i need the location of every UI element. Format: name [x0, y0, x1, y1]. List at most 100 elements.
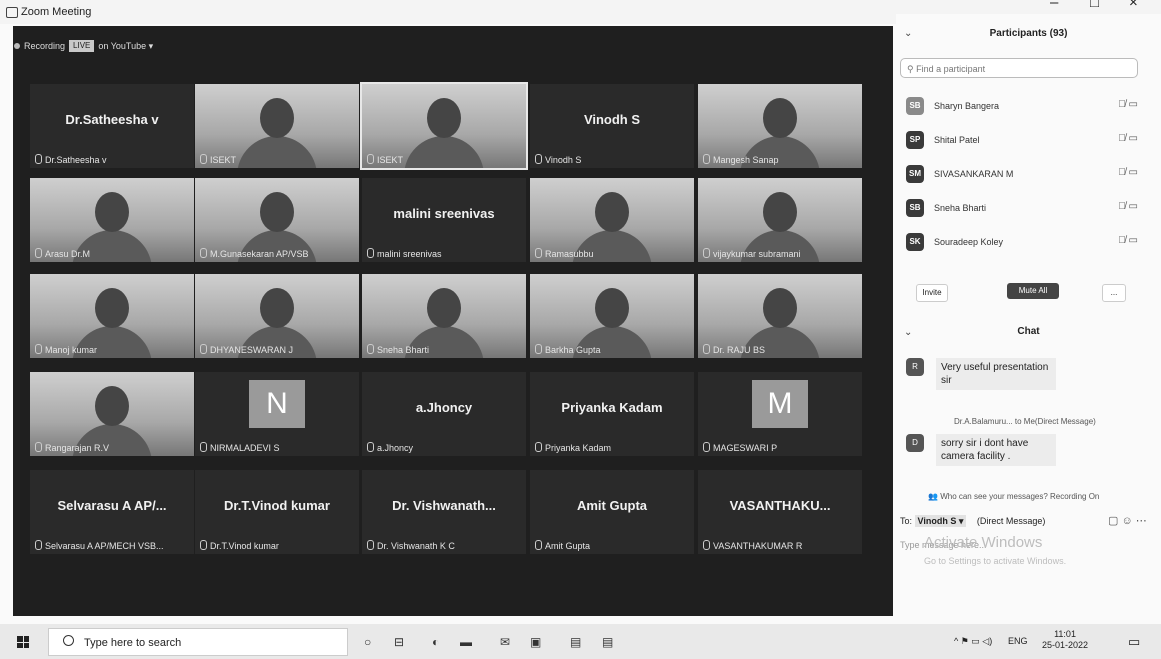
- muted-mic-and-video-off-icon[interactable]: 🎙̸ ▭: [1118, 235, 1138, 246]
- participant-name-label: Selvarasu A AP/MECH VSB...: [35, 540, 164, 551]
- person-body: [237, 136, 317, 168]
- avatar: SK: [906, 233, 924, 251]
- tile-display-name: Dr.Satheesha v: [65, 112, 159, 127]
- recording-indicator[interactable]: Recording LIVE on YouTube ▾: [14, 38, 153, 54]
- edge-browser-icon[interactable]: ◐: [432, 635, 439, 649]
- recipient-dropdown[interactable]: Vinodh S ▾: [914, 515, 967, 527]
- video-tile[interactable]: a.Jhoncy a.Jhoncy: [362, 372, 526, 456]
- more-options-button[interactable]: ...: [1102, 284, 1126, 302]
- participant-name-label: DHYANESWARAN J: [200, 344, 293, 355]
- video-tile[interactable]: Dr.T.Vinod kumar Dr.T.Vinod kumar: [195, 470, 359, 554]
- participant-name: Rangarajan R.V: [45, 443, 110, 453]
- participant-name: ISEKT: [377, 155, 404, 165]
- muted-mic-icon: [535, 540, 542, 550]
- video-tile[interactable]: Sneha Bharti: [362, 274, 526, 358]
- video-tile[interactable]: VASANTHAKU... VASANTHAKUMAR R: [698, 470, 862, 554]
- muted-mic-and-video-off-icon[interactable]: 🎙̸ ▭: [1118, 99, 1138, 110]
- video-tile[interactable]: Priyanka Kadam Priyanka Kadam: [530, 372, 694, 456]
- participant-name-label: Manoj kumar: [35, 344, 97, 355]
- muted-mic-and-video-icon[interactable]: 🎙̸ ▭: [1118, 201, 1138, 212]
- file-explorer-icon[interactable]: ▬: [460, 635, 472, 649]
- app-icon[interactable]: ▤: [602, 635, 613, 649]
- video-tile[interactable]: Amit Gupta Amit Gupta: [530, 470, 694, 554]
- mail-icon[interactable]: ✉: [500, 635, 510, 649]
- participant-search-input[interactable]: ⚲ Find a participant: [900, 58, 1138, 78]
- muted-mic-icon: [367, 540, 374, 550]
- chat-recipient-row: To: Vinodh S ▾ (Direct Message): [900, 515, 1045, 527]
- muted-mic-and-video-off-icon[interactable]: 🎙̸ ▭: [1118, 133, 1138, 144]
- video-tile[interactable]: Dr. Vishwanath... Dr. Vishwanath K C: [362, 470, 526, 554]
- video-tile[interactable]: Vinodh S Vinodh S: [530, 84, 694, 168]
- video-tile[interactable]: Ramasubbu: [530, 178, 694, 262]
- person-head: [260, 98, 294, 138]
- task-view-icon[interactable]: ⊟: [394, 635, 404, 649]
- language-indicator[interactable]: ENG: [1008, 636, 1028, 646]
- tray-icons[interactable]: ^ ⚑ ▭ ◁): [954, 636, 992, 647]
- muted-mic-icon: [703, 442, 710, 452]
- avatar: R: [906, 358, 924, 376]
- participant-row[interactable]: SP Shital Patel 🎙̸ ▭: [906, 129, 1142, 151]
- person-head: [95, 386, 129, 426]
- zoom-taskbar-icon[interactable]: ▣: [530, 635, 541, 649]
- tile-display-name: Dr.T.Vinod kumar: [224, 498, 330, 513]
- file-icon[interactable]: ▢ ☺ ⋯: [1108, 514, 1147, 527]
- chat-visibility-note[interactable]: 👥 Who can see your messages? Recording O…: [928, 492, 1099, 501]
- video-tile[interactable]: malini sreenivas malini sreenivas: [362, 178, 526, 262]
- person-head: [595, 288, 629, 328]
- video-tile[interactable]: M MAGESWARI P: [698, 372, 862, 456]
- participant-name: malini sreenivas: [377, 249, 442, 259]
- clock[interactable]: 11:01 25-01-2022: [1042, 629, 1088, 651]
- participant-row[interactable]: SM SIVASANKARAN M 🎙̸ ▭: [906, 163, 1142, 185]
- video-tile[interactable]: M.Gunasekaran AP/VSB: [195, 178, 359, 262]
- windows-start-icon[interactable]: [17, 636, 29, 648]
- chat-message-text: sorry sir i dont have camera facility .: [936, 434, 1056, 466]
- notifications-icon[interactable]: ▭: [1128, 634, 1140, 650]
- chat-message-meta: Dr.A.Balamuru... to Me(Direct Message): [954, 417, 1096, 426]
- tile-display-name: Priyanka Kadam: [561, 400, 663, 415]
- minimize-button[interactable]: –: [1050, 0, 1058, 11]
- participant-name-label: Barkha Gupta: [535, 344, 601, 355]
- video-tile[interactable]: ISEKT: [360, 82, 528, 170]
- people-icon: 👥: [928, 492, 941, 501]
- muted-mic-icon: [367, 154, 374, 164]
- app-icon[interactable]: ▤: [570, 635, 581, 649]
- chat-message: D sorry sir i dont have camera facility …: [906, 434, 1136, 470]
- maximize-button[interactable]: □: [1090, 0, 1099, 11]
- avatar: SM: [906, 165, 924, 183]
- muted-mic-icon: [535, 344, 542, 354]
- person-body: [404, 136, 484, 168]
- cortana-icon[interactable]: ○: [364, 635, 371, 649]
- video-tile[interactable]: vijaykumar subramani: [698, 178, 862, 262]
- person-head: [427, 288, 461, 328]
- taskbar-search-input[interactable]: Type here to search: [48, 628, 348, 656]
- live-platform-dropdown[interactable]: on YouTube ▾: [98, 41, 153, 52]
- muted-mic-and-video-off-icon[interactable]: 🎙̸ ▭: [1118, 167, 1138, 178]
- participant-name-label: Priyanka Kadam: [535, 442, 611, 453]
- participant-name-label: VASANTHAKUMAR R: [703, 540, 802, 551]
- video-tile[interactable]: DHYANESWARAN J: [195, 274, 359, 358]
- video-tile[interactable]: Dr. RAJU BS: [698, 274, 862, 358]
- muted-mic-icon: [200, 248, 207, 258]
- participant-name-label: Arasu Dr.M: [35, 248, 90, 259]
- participant-name: Shital Patel: [934, 135, 980, 145]
- participant-row[interactable]: SK Souradeep Koley 🎙̸ ▭: [906, 231, 1142, 253]
- video-tile[interactable]: Dr.Satheesha v Dr.Satheesha v: [30, 84, 194, 168]
- mute-all-button[interactable]: Mute All: [1007, 283, 1059, 299]
- video-tile[interactable]: Arasu Dr.M: [30, 178, 194, 262]
- close-button[interactable]: ×: [1129, 0, 1138, 11]
- person-head: [427, 98, 461, 138]
- video-tile[interactable]: Mangesh Sanap: [698, 84, 862, 168]
- video-tile[interactable]: Selvarasu A AP/... Selvarasu A AP/MECH VS…: [30, 470, 194, 554]
- participant-row[interactable]: SB Sneha Bharti 🎙̸ ▭: [906, 197, 1142, 219]
- tile-display-name: Vinodh S: [583, 112, 641, 127]
- participant-name-label: a.Jhoncy: [367, 442, 413, 453]
- participant-row[interactable]: SB Sharyn Bangera 🎙̸ ▭: [906, 95, 1142, 117]
- video-tile[interactable]: Manoj kumar: [30, 274, 194, 358]
- muted-mic-icon: [35, 248, 42, 258]
- video-tile[interactable]: ISEKT: [195, 84, 359, 168]
- tile-display-name: Amit Gupta: [576, 498, 648, 513]
- video-tile[interactable]: N NIRMALADEVI S: [195, 372, 359, 456]
- video-tile[interactable]: Rangarajan R.V: [30, 372, 194, 456]
- invite-button[interactable]: Invite: [916, 284, 948, 302]
- video-tile[interactable]: Barkha Gupta: [530, 274, 694, 358]
